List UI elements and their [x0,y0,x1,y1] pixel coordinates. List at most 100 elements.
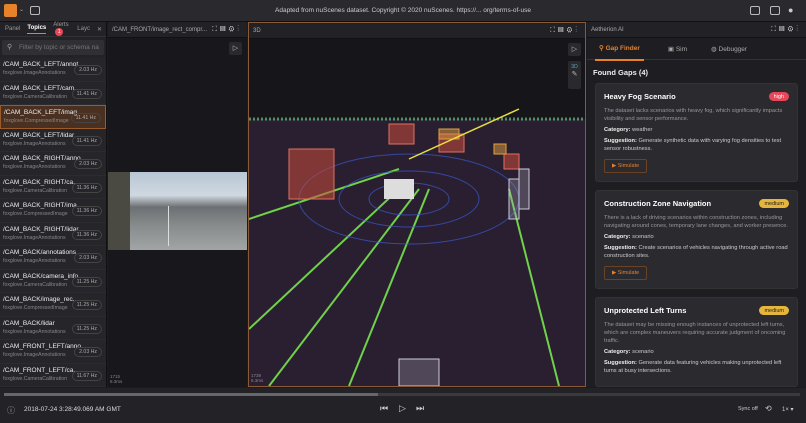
playback-scrubber[interactable] [4,393,800,396]
suggestion-label: Suggestion: [604,138,637,144]
topic-frequency: 2.03 Hz [74,159,102,169]
tab-sim[interactable]: ▣ Sim [668,45,687,53]
topic-row[interactable]: /CAM_BACK_RIGHT/lidarfoxglove.ImageAnnot… [0,223,106,247]
playback-progress [4,393,378,396]
tab-gap-finder-label: Gap Finder [606,45,640,52]
topic-row[interactable]: /CAM_BACK_LEFT/lidarfoxglove.ImageAnnota… [0,129,106,153]
alerts-badge: 1 [55,28,63,36]
tab-layouts[interactable]: Layc [77,26,90,32]
3d-panel-title: 3D [253,28,261,34]
gap-card: Construction Zone NavigationmediumThere … [595,190,798,289]
video-icon: ▣ [668,46,676,53]
topic-frequency: 11.41 Hz [71,113,101,123]
tab-debugger-label: Debugger [719,46,748,53]
topic-row[interactable]: /CAM_BACK/lidarfoxglove.ImageAnnotations… [0,317,106,341]
timestamp: 2018-07-24 3:28:49.069 AM GMT [24,406,121,413]
camera-stats: 17158.3ms [110,374,122,384]
gap-suggestion: Suggestion: Generate synthetic data with… [604,137,789,153]
sync-toggle[interactable]: Sync off [738,406,758,412]
panel-actions-icon[interactable]: ⛶▤⚙⋮ [550,27,580,35]
tab-alerts[interactable]: Alerts1 [53,22,70,36]
skip-back-icon[interactable]: ⏮ [380,403,388,414]
filter-placeholder: Filter by topic or schema na [19,44,99,51]
topic-frequency: 11.25 Hz [72,300,102,310]
found-gaps-heading: Found Gaps (4) [587,60,806,83]
playback-speed-select[interactable]: 1× ▾ [782,406,794,413]
topic-row[interactable]: /CAM_FRONT_LEFT/anno...foxglove.ImageAnn… [0,340,106,364]
search-icon: ⚲ [599,45,606,52]
view-mode-label: 3D [568,61,581,70]
playback-bar: ⓘ 2018-07-24 3:28:49.069 AM GMT ⏮ ▷ ⏭ Sy… [0,388,806,423]
3d-stats: 17396.3ms [251,373,263,383]
simulate-label: Simulate [618,163,639,169]
gap-card: Unprotected Left TurnsmediumThe dataset … [595,297,798,387]
skip-forward-icon[interactable]: ⏭ [416,403,424,414]
gap-description: The dataset lacks scenarios with heavy f… [604,107,789,123]
ai-panel-title: Aetherion AI [591,27,624,33]
topic-row[interactable]: /CAM_BACK_RIGHT/ca...foxglove.CameraCali… [0,176,106,200]
ruler-icon[interactable]: ✎ [568,70,581,78]
topic-filter-input[interactable]: ⚲Filter by topic or schema na [2,40,104,55]
topic-row[interactable]: /CAM_BACK_LEFT/imag...foxglove.Compresse… [0,105,106,129]
topic-frequency: 11.67 Hz [72,371,102,381]
suggestion-label: Suggestion: [604,245,637,251]
right-sidebar-toggle-icon[interactable] [770,6,780,15]
topic-row[interactable]: /CAM_FRONT_LEFT/ca...foxglove.CameraCali… [0,364,106,388]
panel-actions-icon[interactable]: ⛶▤⚙⋮ [212,26,242,34]
ai-panel: Aetherion AI ⛶▤⚙⋮ ⚲ Gap Finder ▣ Sim ◍ De… [587,22,806,387]
tab-gap-finder[interactable]: ⚲ Gap Finder [595,37,644,61]
play-icon[interactable]: ▷ [399,403,406,414]
topic-row[interactable]: /CAM_BACK/camera_infofoxglove.CameraCali… [0,270,106,294]
simulate-button[interactable]: ▶ Simulate [604,266,647,280]
loop-icon[interactable]: ⟲ [765,404,772,413]
gap-description: There is a lack of driving scenarios wit… [604,214,789,230]
simulate-label: Simulate [618,270,639,276]
simulate-button[interactable]: ▶ Simulate [604,159,647,173]
tab-debugger[interactable]: ◍ Debugger [711,45,747,53]
tab-panel[interactable]: Panel [5,26,20,32]
category-value: scenario [632,234,654,240]
gap-category: Category: scenario [604,348,789,356]
camera-panel: /CAM_FRONT/image_rect_compr... ⛶▤⚙⋮ ▷ 171… [108,22,247,387]
top-bar: ⌄ Adapted from nuScenes dataset. Copyrig… [0,0,806,22]
category-label: Category: [604,349,631,355]
info-icon[interactable]: ⓘ [7,405,15,416]
tab-topics[interactable]: Topics [27,25,46,34]
category-value: weather [632,127,652,133]
3d-scene[interactable] [249,39,585,386]
topic-row[interactable]: /CAM_BACK_RIGHT/ima...foxglove.Compresse… [0,199,106,223]
topic-frequency: 11.36 Hz [72,206,102,216]
left-sidebar-toggle-icon[interactable] [750,6,760,15]
category-value: scenario [632,349,654,355]
topic-frequency: 11.25 Hz [72,277,102,287]
topic-row[interactable]: /CAM_BACK_RIGHT/anno...foxglove.ImageAnn… [0,152,106,176]
topic-frequency: 11.36 Hz [72,183,102,193]
bug-icon: ◍ [711,46,718,53]
panel-actions-icon[interactable]: ⛶▤⚙⋮ [771,26,801,34]
topic-row[interactable]: /CAM_BACK_LEFT/cam...foxglove.CameraCali… [0,82,106,106]
suggestion-label: Suggestion: [604,360,637,366]
topics-sidebar: Panel Topics Alerts1 Layc ✕ ⚲Filter by t… [0,22,107,387]
3d-panel: 3D⛶▤⚙⋮ ▷ 3D✎ 17396.3ms 5938.1ms [248,22,586,387]
user-icon[interactable]: ● [788,5,793,15]
gap-suggestion: Suggestion: Generate data featuring vehi… [604,359,789,375]
gap-description: The dataset may be missing enough instan… [604,321,789,345]
gap-card: Heavy Fog ScenariohighThe dataset lacks … [595,83,798,182]
close-icon[interactable]: ✕ [97,26,102,33]
gap-category: Category: scenario [604,233,789,241]
gap-title: Heavy Fog Scenario [604,92,789,101]
gap-suggestion: Suggestion: Create scenarios of vehicles… [604,244,789,260]
topic-frequency: 11.36 Hz [72,230,102,240]
topic-row[interactable]: /CAM_BACK/annotationsfoxglove.ImageAnnot… [0,246,106,270]
cursor-icon[interactable]: ▷ [229,42,242,55]
topic-row[interactable]: /CAM_BACK/image_rec...foxglove.Compresse… [0,293,106,317]
tab-sim-label: Sim [676,46,687,53]
camera-topic-title[interactable]: /CAM_FRONT/image_rect_compr... [112,27,207,33]
topic-frequency: 11.41 Hz [72,89,102,99]
view-mode-toggle[interactable]: 3D✎ [568,61,581,89]
topic-frequency: 11.25 Hz [72,324,102,334]
gap-category: Category: weather [604,126,789,134]
topic-frequency: 2.03 Hz [74,65,102,75]
topic-row[interactable]: /CAM_BACK_LEFT/annot...foxglove.ImageAnn… [0,58,106,82]
cursor-icon[interactable]: ▷ [568,43,581,56]
